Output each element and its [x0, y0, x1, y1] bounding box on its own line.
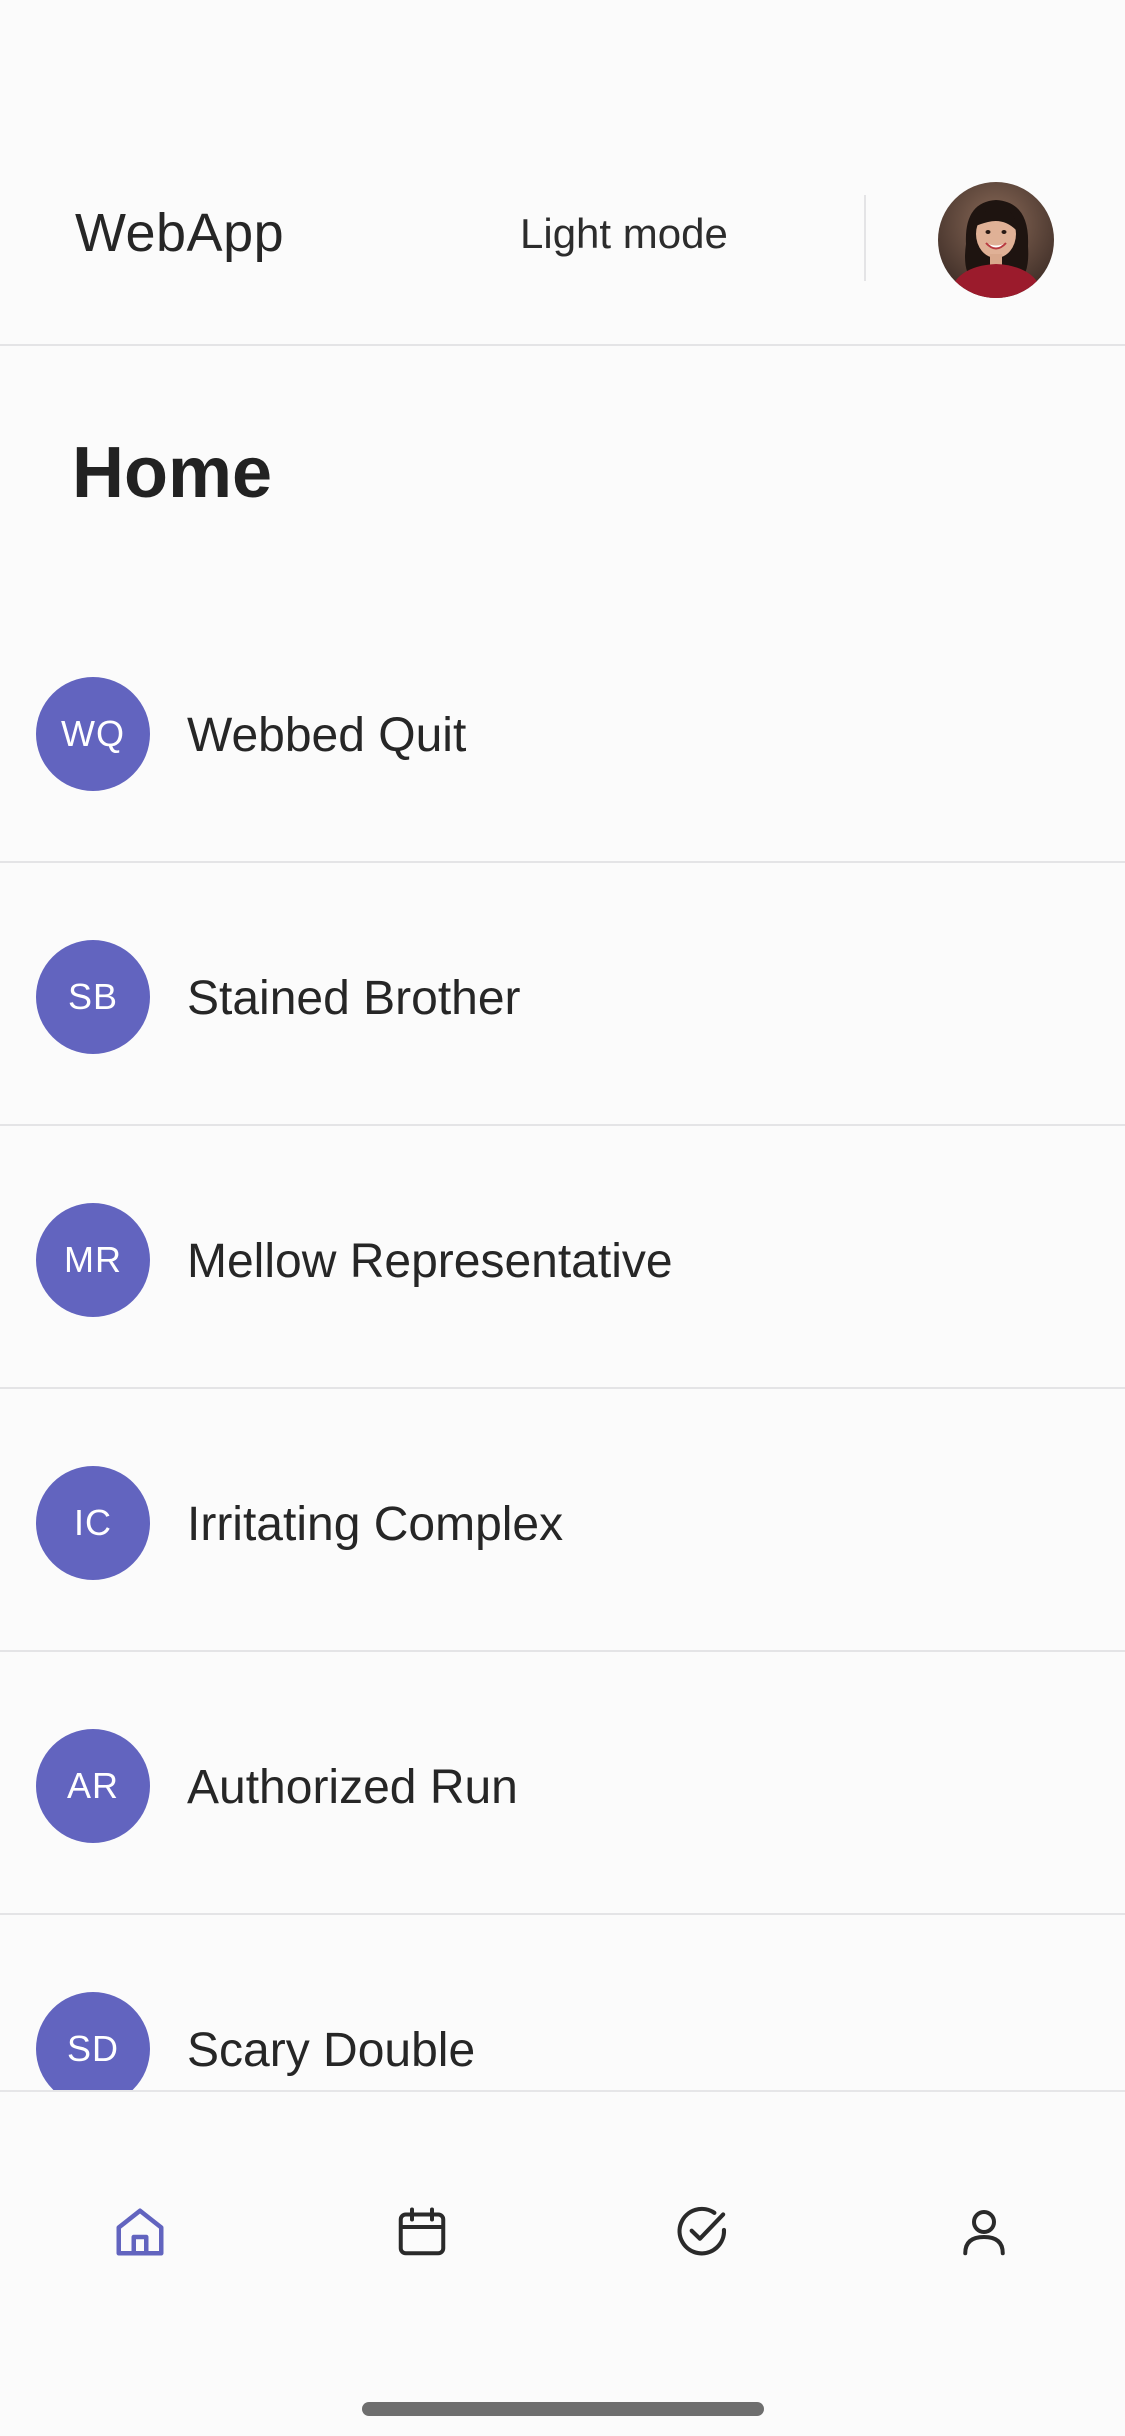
item-name: Webbed Quit	[187, 709, 467, 762]
home-icon	[116, 2208, 164, 2256]
list-item[interactable]: MR Mellow Representative	[0, 1126, 1125, 1389]
initials-avatar: MR	[36, 1203, 150, 1317]
item-name: Irritating Complex	[187, 1498, 564, 1551]
nav-tasks-button[interactable]	[652, 2182, 752, 2282]
screen: WebApp Light mode Home WQ Webbed Quit SB…	[0, 0, 1125, 2436]
initials-avatar: AR	[36, 1729, 150, 1843]
contact-list: WQ Webbed Quit SB Stained Brother MR Mel…	[0, 600, 1125, 2090]
list-item[interactable]: IC Irritating Complex	[0, 1389, 1125, 1652]
initials-avatar: IC	[36, 1466, 150, 1580]
list-item[interactable]: WQ Webbed Quit	[0, 600, 1125, 863]
bottom-nav	[0, 2090, 1125, 2436]
item-name: Scary Double	[187, 2024, 476, 2077]
light-mode-toggle[interactable]: Light mode	[520, 210, 728, 258]
initials-avatar: SD	[36, 1992, 150, 2090]
nav-home-button[interactable]	[90, 2182, 190, 2282]
home-indicator	[362, 2402, 764, 2416]
list-item[interactable]: SD Scary Double	[0, 1915, 1125, 2090]
initials-avatar: SB	[36, 940, 150, 1054]
list-item[interactable]: SB Stained Brother	[0, 863, 1125, 1126]
header-divider	[864, 195, 866, 281]
item-name: Authorized Run	[187, 1761, 518, 1814]
app-title: WebApp	[75, 203, 285, 263]
item-name: Mellow Representative	[187, 1235, 673, 1288]
item-name: Stained Brother	[187, 972, 521, 1025]
user-icon	[963, 2210, 1005, 2256]
check-circle-icon	[677, 2206, 727, 2256]
app-header: WebApp Light mode	[0, 140, 1125, 346]
status-bar	[0, 0, 1125, 140]
list-item[interactable]: AR Authorized Run	[0, 1652, 1125, 1915]
page-title: Home	[72, 433, 273, 513]
calendar-icon	[398, 2207, 446, 2256]
user-avatar[interactable]	[938, 182, 1054, 298]
nav-calendar-button[interactable]	[372, 2182, 472, 2282]
initials-avatar: WQ	[36, 677, 150, 791]
nav-profile-button[interactable]	[934, 2182, 1034, 2282]
